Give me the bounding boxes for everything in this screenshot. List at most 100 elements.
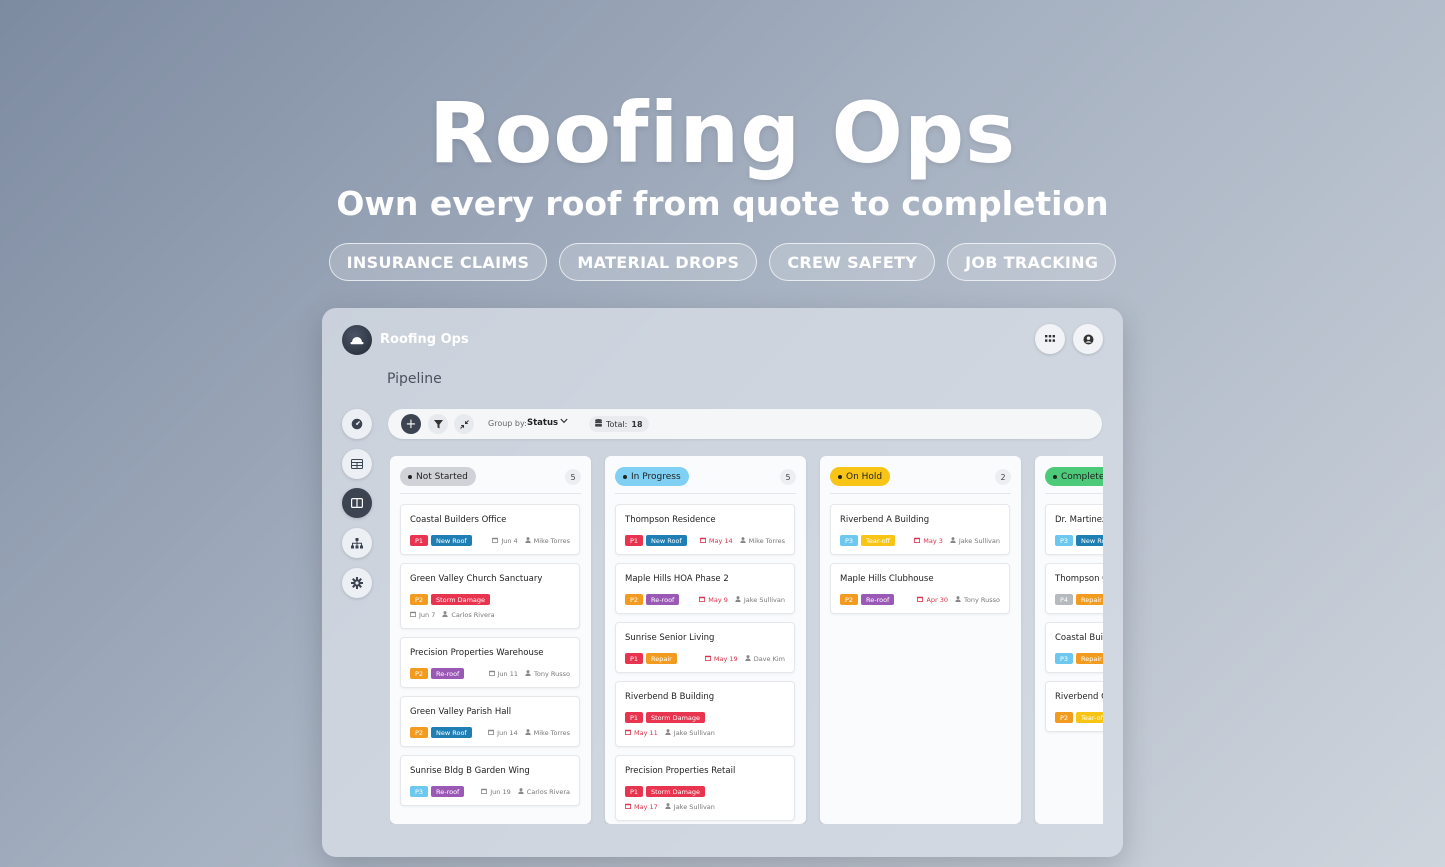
job-card[interactable]: Riverbend B Building P1 Storm Damage May 11…	[615, 681, 795, 747]
priority-badge: P2	[840, 594, 859, 605]
priority-badge: P3	[410, 786, 429, 797]
job-card[interactable]: Coastal Buil P3 Repair	[1045, 622, 1103, 673]
assignee: Tony Russo	[964, 596, 1000, 604]
assignee: Mike Torres	[533, 729, 570, 737]
gear-icon[interactable]	[342, 568, 372, 598]
chevron-down-icon[interactable]	[560, 417, 568, 427]
job-card[interactable]: Green Valley Parish Hall P2 New Roof Jun 14…	[400, 696, 580, 747]
job-type-badge: Tear-off	[1076, 712, 1103, 723]
hero-subtitle: Own every roof from quote to completion	[336, 184, 1109, 223]
job-card[interactable]: Green Valley Church Sanctuary P2 Storm Dam…	[400, 563, 580, 629]
job-card[interactable]: Sunrise Senior Living P1 Repair May 19 Dave …	[615, 622, 795, 673]
collapse-icon[interactable]	[454, 414, 474, 434]
assignee: Jake Sullivan	[743, 596, 785, 604]
assignee: Jake Sullivan	[958, 537, 1000, 545]
job-card[interactable]: Thompson C P4 Repair	[1045, 563, 1103, 614]
assignee: Tony Russo	[534, 670, 570, 678]
filter-icon[interactable]	[428, 414, 448, 434]
job-type-badge: Re-roof	[861, 594, 895, 605]
job-meta: Jun 4 Mike Torres	[492, 537, 570, 545]
calendar-icon	[625, 729, 631, 737]
assignee: Carlos Rivera	[451, 611, 495, 619]
hero-title: Roofing Ops	[428, 84, 1017, 182]
due-date: Jun 19	[490, 788, 511, 796]
job-meta: Jun 14 Mike Torres	[488, 729, 570, 737]
tag-crew-safety: CREW SAFETY	[769, 243, 936, 281]
board-column: Not Started 5 Coastal Builders Office P1 New…	[390, 456, 591, 824]
job-title: Sunrise Senior Living	[625, 633, 715, 643]
job-meta: Jun 19 Carlos Rivera	[481, 788, 570, 796]
due-date: Jun 11	[497, 670, 519, 678]
tag-material-drops: MATERIAL DROPS	[559, 243, 758, 281]
job-title: Maple Hills HOA Phase 2	[625, 574, 729, 584]
status-badge[interactable]: Completed	[1045, 467, 1103, 486]
job-card[interactable]: Sunrise Bldg B Garden Wing P3 Re-roof Jun 1…	[400, 755, 580, 806]
tag-job-tracking: JOB TRACKING	[947, 243, 1117, 281]
job-type-badge: Repair	[1076, 653, 1103, 664]
job-type-badge: Repair	[646, 653, 677, 664]
job-card[interactable]: Riverbend C P2 Tear-off	[1045, 681, 1103, 732]
job-title: Thompson C	[1055, 574, 1103, 584]
due-date: Jun 4	[501, 537, 518, 545]
column-count: 5	[565, 469, 581, 485]
job-card[interactable]: Dr. Martinez P3New Roof	[1045, 504, 1103, 555]
due-date: May 3	[923, 537, 943, 545]
calendar-icon	[699, 596, 706, 604]
status-dot-icon	[1053, 474, 1057, 479]
app-window: Roofing Ops Pipeline + Group by: Status	[322, 308, 1123, 857]
job-type-badge: New Roof	[646, 535, 687, 546]
job-card[interactable]: Riverbend A Building P3 Tear-off May 3 Jake …	[830, 504, 1010, 555]
status-badge[interactable]: Not Started	[400, 467, 476, 486]
assignee: Dave Kim	[753, 655, 785, 663]
total-label: Total:	[606, 419, 628, 429]
job-title: Riverbend A Building	[840, 515, 930, 525]
database-icon	[595, 419, 602, 429]
user-icon	[955, 596, 961, 604]
status-label: Completed	[1061, 471, 1103, 482]
priority-badge: P1	[625, 653, 644, 664]
tag-insurance-claims: INSURANCE CLAIMS	[328, 243, 548, 281]
assignee: Carlos Rivera	[526, 788, 570, 796]
job-card[interactable]: Precision Properties Retail P1 Storm Damag…	[615, 755, 795, 821]
job-type-badge: Re-roof	[431, 786, 465, 797]
column-header: In Progress 5	[615, 466, 796, 494]
user-icon	[442, 611, 449, 619]
user-icon[interactable]	[1073, 324, 1103, 354]
due-date: Jun 14	[497, 729, 518, 737]
priority-badge: P2	[1055, 712, 1074, 723]
job-meta: Jun 7 Carlos Rivera	[410, 611, 495, 619]
job-card[interactable]: Precision Properties Warehouse P2 Re-roof J…	[400, 637, 580, 688]
user-icon	[665, 803, 671, 811]
job-card[interactable]: Coastal Builders Office P1 New Roof Jun 4 Mi…	[400, 504, 580, 555]
group-by-label: Group by:	[488, 419, 527, 428]
job-type-badge: Re-roof	[431, 668, 465, 679]
column-count: 2	[995, 469, 1011, 485]
job-card[interactable]: Maple Hills Clubhouse P2 Re-roof Apr 30 Tony…	[830, 563, 1010, 614]
hierarchy-icon[interactable]	[342, 528, 372, 558]
assignee: Jake Sullivan	[673, 729, 715, 737]
calendar-icon	[625, 803, 631, 811]
priority-badge: P3	[1055, 653, 1074, 664]
app-name: Roofing Ops	[380, 332, 469, 347]
user-icon	[524, 537, 531, 545]
status-badge[interactable]: On Hold	[830, 467, 891, 486]
board-column: On Hold 2 Riverbend A Building P3 Tear-off Ma…	[820, 456, 1021, 824]
calendar-icon	[488, 729, 495, 737]
due-date: Apr 30	[926, 596, 949, 604]
user-icon	[735, 596, 741, 604]
table-icon[interactable]	[342, 449, 372, 479]
group-by-select[interactable]: Status	[527, 418, 558, 428]
dashboard-icon[interactable]	[342, 409, 372, 439]
assignee: Mike Torres	[748, 537, 785, 545]
grid-icon[interactable]	[1035, 324, 1065, 354]
status-badge[interactable]: In Progress	[615, 467, 689, 486]
due-date: May 17	[634, 803, 658, 811]
job-type-badge: Storm Damage	[646, 712, 706, 723]
job-card[interactable]: Thompson Residence P1 New Roof May 14 Mike T…	[615, 504, 795, 555]
priority-badge: P1	[625, 712, 644, 723]
column-header: Not Started 5	[400, 466, 581, 494]
add-button[interactable]: +	[401, 414, 421, 434]
status-dot-icon	[838, 474, 842, 479]
job-card[interactable]: Maple Hills HOA Phase 2 P2 Re-roof May 9 Jak…	[615, 563, 795, 614]
kanban-icon[interactable]	[342, 488, 372, 518]
